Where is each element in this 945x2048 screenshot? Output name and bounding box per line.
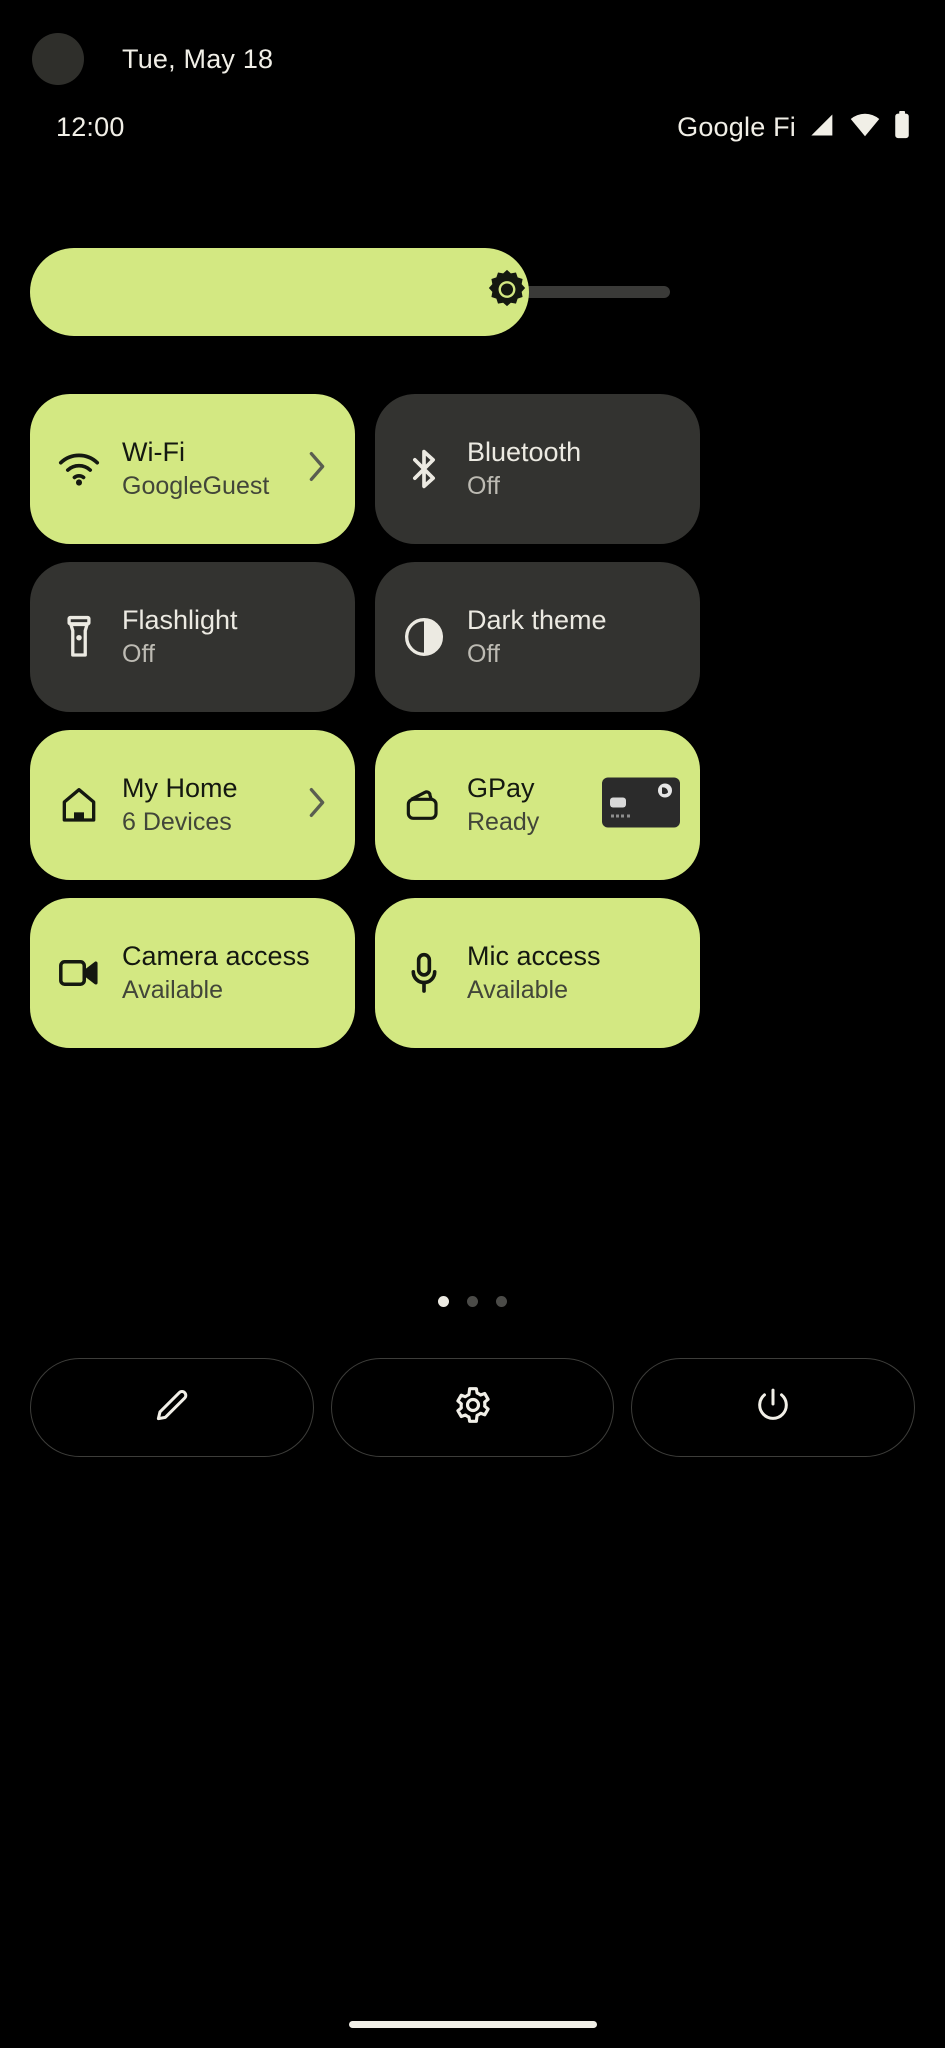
page-dot-2[interactable]: [467, 1296, 478, 1307]
brightness-slider[interactable]: [30, 248, 670, 336]
page-indicator: [0, 1296, 945, 1307]
flashlight-icon: [56, 615, 102, 659]
tile-label: Wi-Fi: [122, 435, 269, 469]
page-dot-3[interactable]: [496, 1296, 507, 1307]
wifi-icon: [850, 111, 880, 144]
signal-icon: [809, 111, 837, 144]
quick-settings-footer: [30, 1358, 915, 1457]
power-button[interactable]: [631, 1358, 915, 1457]
tile-text: Bluetooth Off: [467, 435, 581, 503]
gear-icon: [453, 1385, 493, 1430]
wifi-icon: [56, 452, 102, 486]
tile-flashlight[interactable]: Flashlight Off: [30, 562, 355, 712]
chevron-right-icon[interactable]: [305, 451, 329, 488]
tile-bluetooth[interactable]: Bluetooth Off: [375, 394, 700, 544]
tile-state: Ready: [467, 805, 539, 839]
quick-settings-header: Tue, May 18: [32, 28, 913, 90]
bluetooth-icon: [401, 447, 447, 491]
tile-state: 6 Devices: [122, 805, 238, 839]
tile-label: GPay: [467, 771, 539, 805]
power-icon: [754, 1386, 792, 1429]
brightness-slider-fill[interactable]: [30, 248, 529, 336]
microphone-icon: [401, 952, 447, 994]
status-bar: 12:00 Google Fi: [0, 104, 945, 150]
quick-settings-tile-grid: Wi-Fi GoogleGuest Bluetooth Off Fla: [30, 394, 915, 1048]
tile-state: Off: [122, 637, 238, 671]
edit-tiles-button[interactable]: [30, 1358, 314, 1457]
tile-state: GoogleGuest: [122, 469, 269, 503]
user-avatar[interactable]: [32, 33, 84, 85]
tile-gpay[interactable]: GPay Ready: [375, 730, 700, 880]
tile-state: Available: [467, 973, 601, 1007]
tile-text: Camera access Available: [122, 939, 310, 1007]
contrast-circle-icon: [401, 617, 447, 657]
pencil-icon: [153, 1386, 191, 1429]
chevron-right-icon[interactable]: [305, 787, 329, 824]
video-camera-icon: [56, 956, 102, 990]
home-icon: [56, 785, 102, 825]
tile-label: My Home: [122, 771, 238, 805]
carrier-label: Google Fi: [677, 112, 796, 143]
tile-wifi[interactable]: Wi-Fi GoogleGuest: [30, 394, 355, 544]
tile-label: Dark theme: [467, 603, 607, 637]
tile-label: Flashlight: [122, 603, 238, 637]
home-indicator-bar[interactable]: [349, 2021, 597, 2028]
tile-text: Wi-Fi GoogleGuest: [122, 435, 269, 503]
tile-state: Off: [467, 469, 581, 503]
tile-label: Bluetooth: [467, 435, 581, 469]
status-icons: Google Fi: [677, 111, 911, 144]
payment-card-thumbnail[interactable]: [602, 778, 680, 833]
brightness-sun-icon: [485, 268, 529, 317]
header-date: Tue, May 18: [122, 44, 273, 75]
settings-button[interactable]: [331, 1358, 615, 1457]
page-dot-1[interactable]: [438, 1296, 449, 1307]
tile-text: Mic access Available: [467, 939, 601, 1007]
tile-state: Available: [122, 973, 310, 1007]
tile-camera-access[interactable]: Camera access Available: [30, 898, 355, 1048]
tile-label: Mic access: [467, 939, 601, 973]
tile-state: Off: [467, 637, 607, 671]
tile-dark-theme[interactable]: Dark theme Off: [375, 562, 700, 712]
tile-text: Flashlight Off: [122, 603, 238, 671]
tile-mic-access[interactable]: Mic access Available: [375, 898, 700, 1048]
tile-text: Dark theme Off: [467, 603, 607, 671]
tile-label: Camera access: [122, 939, 310, 973]
tile-text: My Home 6 Devices: [122, 771, 238, 839]
status-clock: 12:00: [56, 112, 125, 143]
battery-icon: [893, 111, 911, 144]
tile-my-home[interactable]: My Home 6 Devices: [30, 730, 355, 880]
wallet-icon: [401, 787, 447, 823]
tile-text: GPay Ready: [467, 771, 539, 839]
